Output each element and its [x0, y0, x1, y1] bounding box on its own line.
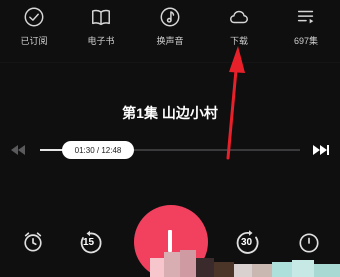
playlist-icon — [297, 10, 314, 24]
forward-seconds-label: 30 — [241, 237, 253, 248]
change-voice-button[interactable]: 换声音 — [142, 4, 198, 52]
progress-time-thumb[interactable]: 01:30 / 12:48 — [62, 141, 134, 159]
next-track-icon[interactable] — [312, 144, 330, 156]
mosaic-block — [314, 264, 340, 277]
top-action-bar: 已订阅 电子书 换声音 下载 697集 — [0, 0, 340, 60]
pause-icon — [168, 230, 172, 252]
mosaic-block — [292, 260, 314, 277]
forward-30-button[interactable]: 30 — [235, 229, 263, 257]
download-label: 下载 — [229, 36, 248, 46]
subscribed-button[interactable]: 已订阅 — [6, 4, 62, 52]
mosaic-block — [196, 258, 214, 277]
change-voice-label: 换声音 — [156, 36, 184, 46]
subscribed-label: 已订阅 — [20, 36, 48, 46]
book-icon — [92, 9, 110, 26]
rewind-seconds-label: 15 — [83, 237, 95, 248]
mosaic-block — [252, 264, 272, 277]
download-button[interactable]: 下载 — [211, 4, 267, 52]
speed-icon[interactable] — [298, 232, 320, 254]
mosaic-block — [150, 258, 164, 277]
playlist-button[interactable]: 697集 — [278, 4, 334, 52]
episode-title: 第1集 山边小村 — [122, 105, 218, 121]
mosaic-block — [272, 262, 292, 277]
sleep-timer-icon[interactable] — [22, 231, 44, 253]
check-circle-icon — [24, 7, 44, 27]
mosaic-block — [164, 252, 180, 277]
mosaic-block — [234, 264, 252, 277]
voice-icon — [160, 7, 180, 27]
mosaic-block — [180, 250, 196, 277]
divider — [0, 62, 340, 63]
previous-track-icon[interactable] — [10, 144, 26, 156]
rewind-15-button[interactable]: 15 — [77, 230, 103, 256]
cloud-download-icon — [230, 10, 248, 24]
ebook-button[interactable]: 电子书 — [73, 4, 129, 52]
mosaic-block — [214, 262, 234, 277]
ebook-label: 电子书 — [87, 36, 115, 46]
episode-count-label: 697集 — [293, 36, 319, 46]
